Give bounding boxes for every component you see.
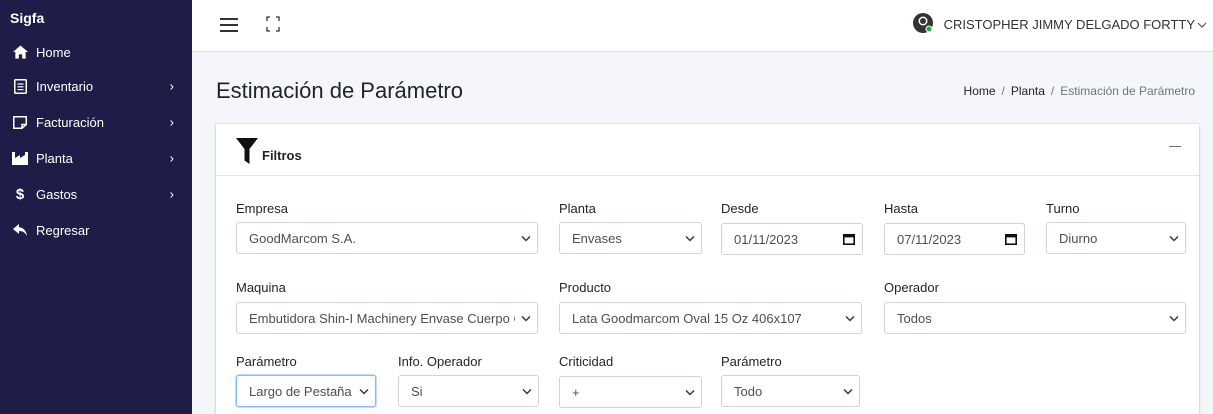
chevron-down-icon bbox=[1197, 17, 1207, 32]
operador-value: Todos bbox=[897, 310, 932, 326]
sidebar-item-label: Inventario bbox=[36, 78, 94, 94]
operador-label: Operador bbox=[884, 280, 939, 295]
chevron-down-icon bbox=[679, 235, 701, 242]
breadcrumb-separator: / bbox=[1001, 84, 1005, 98]
topbar: CRISTOPHER JIMMY DELGADO FORTTY bbox=[192, 0, 1213, 52]
sidebar-item-label: Regresar bbox=[36, 222, 90, 238]
page-title: Estimación de Parámetro bbox=[216, 78, 463, 103]
invoice-icon bbox=[12, 114, 28, 130]
criticidad-value: + bbox=[572, 384, 580, 400]
sidebar-item-gastos[interactable]: $ Gastos › bbox=[0, 176, 192, 212]
empresa-value: GoodMarcom S.A. bbox=[249, 230, 356, 246]
sidebar-item-label: Gastos bbox=[36, 186, 78, 202]
card-title: Filtros bbox=[262, 148, 302, 163]
chevron-down-icon bbox=[515, 315, 537, 322]
maquina-label: Maquina bbox=[236, 280, 286, 295]
parametro2-value: Todo bbox=[734, 383, 763, 399]
turno-label: Turno bbox=[1046, 201, 1080, 216]
chevron-down-icon bbox=[515, 235, 537, 242]
chevron-right-icon: › bbox=[169, 114, 174, 130]
sidebar-item-label: Home bbox=[36, 44, 71, 60]
info-operador-label: Info. Operador bbox=[398, 354, 482, 369]
brand-logo[interactable]: Sigfa bbox=[0, 0, 192, 36]
dollar-icon: $ bbox=[15, 185, 25, 203]
factory-icon bbox=[12, 150, 28, 166]
breadcrumb-separator: / bbox=[1050, 84, 1055, 98]
calendar-icon[interactable] bbox=[998, 233, 1024, 245]
sidebar-item-inventario[interactable]: Inventario › bbox=[0, 68, 192, 104]
chevron-down-icon bbox=[1163, 235, 1185, 242]
chevron-down-icon bbox=[1163, 315, 1185, 322]
parametro2-select[interactable]: Todo bbox=[721, 375, 860, 407]
chevron-right-icon: › bbox=[169, 150, 174, 166]
hasta-label: Hasta bbox=[884, 201, 918, 216]
criticidad-select[interactable]: + bbox=[559, 376, 702, 408]
chevron-down-icon bbox=[516, 388, 538, 395]
chevron-down-icon bbox=[837, 388, 859, 395]
chevron-down-icon bbox=[679, 389, 701, 396]
sidebar-item-planta[interactable]: Planta › bbox=[0, 140, 192, 176]
operador-select[interactable]: Todos bbox=[884, 302, 1186, 334]
producto-select[interactable]: Lata Goodmarcom Oval 15 Oz 406x107 bbox=[559, 302, 862, 334]
sidebar-item-label: Facturación bbox=[36, 114, 104, 130]
filter-icon bbox=[236, 138, 258, 164]
maquina-select[interactable]: Embutidora Shin-I Machinery Envase Cuerp… bbox=[236, 302, 538, 334]
parametro-label: Parámetro bbox=[236, 354, 297, 369]
fullscreen-icon[interactable] bbox=[266, 16, 280, 32]
filters-card: Filtros Empresa GoodMarcom S.A. Planta E… bbox=[216, 124, 1199, 414]
hasta-date-input[interactable]: 07/11/2023 bbox=[884, 223, 1025, 255]
chevron-down-icon bbox=[353, 388, 375, 395]
empresa-select[interactable]: GoodMarcom S.A. bbox=[236, 222, 538, 254]
criticidad-label: Criticidad bbox=[559, 354, 614, 369]
hasta-value: 07/11/2023 bbox=[897, 231, 962, 247]
collapse-button[interactable] bbox=[1169, 146, 1183, 156]
desde-label: Desde bbox=[721, 201, 759, 216]
back-arrow-icon bbox=[12, 222, 28, 238]
sidebar-nav: Home Inventario › Facturación › Planta ›… bbox=[0, 36, 192, 248]
breadcrumb-current: Estimación de Parámetro bbox=[1060, 84, 1195, 98]
planta-value: Envases bbox=[572, 230, 622, 246]
sidebar-item-facturacion[interactable]: Facturación › bbox=[0, 104, 192, 140]
parametro-value: Largo de Pestaña bbox=[249, 383, 352, 399]
calendar-icon[interactable] bbox=[836, 233, 862, 245]
empresa-label: Empresa bbox=[236, 201, 289, 216]
chevron-right-icon: › bbox=[169, 78, 174, 94]
sidebar: Sigfa Home Inventario › Facturación › Pl… bbox=[0, 0, 192, 414]
turno-select[interactable]: Diurno bbox=[1046, 222, 1186, 254]
sidebar-item-label: Planta bbox=[36, 150, 73, 166]
maquina-value: Embutidora Shin-I Machinery Envase Cuerp… bbox=[249, 310, 515, 326]
hamburger-menu-icon[interactable] bbox=[220, 18, 238, 32]
info-operador-value: Si bbox=[411, 383, 423, 399]
user-avatar-icon bbox=[912, 12, 934, 37]
chevron-right-icon: › bbox=[169, 186, 174, 202]
sidebar-item-regresar[interactable]: Regresar bbox=[0, 212, 192, 248]
info-operador-select[interactable]: Si bbox=[398, 375, 539, 407]
user-name: CRISTOPHER JIMMY DELGADO FORTTY bbox=[943, 17, 1195, 32]
breadcrumb-planta[interactable]: Planta bbox=[1011, 84, 1045, 98]
desde-value: 01/11/2023 bbox=[734, 231, 799, 247]
breadcrumb-home[interactable]: Home bbox=[964, 84, 996, 98]
sidebar-item-home[interactable]: Home bbox=[0, 36, 192, 68]
planta-label: Planta bbox=[559, 201, 596, 216]
desde-date-input[interactable]: 01/11/2023 bbox=[721, 223, 863, 255]
parametro-select[interactable]: Largo de Pestaña bbox=[236, 375, 376, 407]
parametro2-label: Parámetro bbox=[721, 354, 782, 369]
home-icon bbox=[12, 44, 28, 60]
user-menu[interactable]: CRISTOPHER JIMMY DELGADO FORTTY bbox=[912, 12, 1207, 37]
producto-label: Producto bbox=[559, 280, 612, 295]
file-icon bbox=[12, 78, 28, 94]
chevron-down-icon bbox=[839, 315, 861, 322]
filters-card-header: Filtros bbox=[216, 124, 1199, 176]
breadcrumb: Home / Planta / Estimación de Parámetro bbox=[964, 84, 1195, 98]
producto-value: Lata Goodmarcom Oval 15 Oz 406x107 bbox=[572, 310, 802, 326]
turno-value: Diurno bbox=[1059, 230, 1098, 246]
planta-select[interactable]: Envases bbox=[559, 222, 702, 254]
